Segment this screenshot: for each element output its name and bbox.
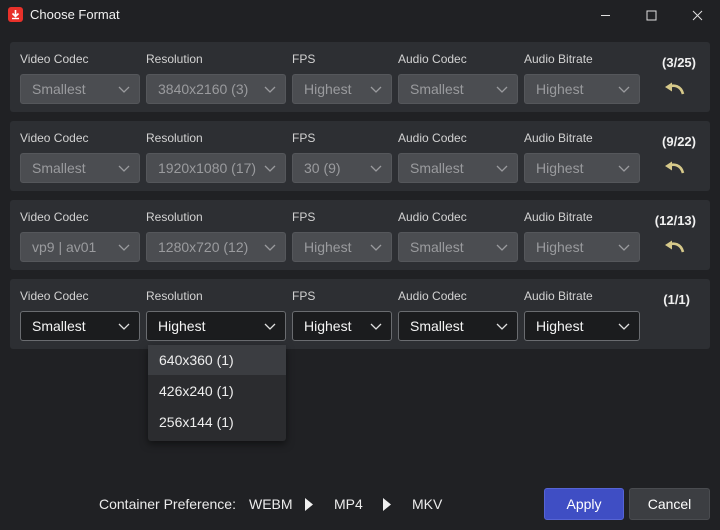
audio-codec-select[interactable]: Smallest <box>398 153 518 183</box>
fps-label: FPS <box>292 52 316 66</box>
container-option-mp4[interactable]: MP4 <box>334 496 363 512</box>
chevron-down-icon <box>118 86 130 93</box>
apply-button[interactable]: Apply <box>544 488 624 520</box>
close-icon <box>692 10 702 20</box>
video-codec-select[interactable]: Smallest <box>20 74 140 104</box>
chevron-down-icon <box>496 165 508 172</box>
audio-bitrate-label: Audio Bitrate <box>524 52 593 66</box>
resolution-label: Resolution <box>146 131 203 145</box>
resolution-select[interactable]: 1920x1080 (17) <box>146 153 286 183</box>
chevron-down-icon <box>496 244 508 251</box>
container-option-mkv[interactable]: MKV <box>412 496 442 512</box>
window-title: Choose Format <box>30 7 120 22</box>
chevron-down-icon <box>118 244 130 251</box>
dropdown-option[interactable]: 640x360 (1) <box>148 345 286 375</box>
format-row-1: Video Codec Smallest Resolution 3840x216… <box>10 42 710 112</box>
resolution-label: Resolution <box>146 289 203 303</box>
chevron-down-icon <box>264 86 276 93</box>
chevron-down-icon <box>618 165 630 172</box>
fps-select[interactable]: Highest <box>292 74 392 104</box>
container-preference-label: Container Preference: <box>99 496 236 512</box>
video-codec-label: Video Codec <box>20 210 89 224</box>
match-count: (3/25) <box>662 55 696 70</box>
audio-codec-select[interactable]: Smallest <box>398 232 518 262</box>
dropdown-option[interactable]: 256x144 (1) <box>148 407 286 437</box>
video-codec-label: Video Codec <box>20 289 89 303</box>
dropdown-option[interactable]: 426x240 (1) <box>148 376 286 406</box>
audio-bitrate-label: Audio Bitrate <box>524 289 593 303</box>
chevron-down-icon <box>496 323 508 330</box>
chevron-down-icon <box>618 86 630 93</box>
fps-select[interactable]: Highest <box>292 232 392 262</box>
match-count: (1/1) <box>663 292 690 307</box>
audio-bitrate-select[interactable]: Highest <box>524 232 640 262</box>
chevron-down-icon <box>618 244 630 251</box>
chevron-down-icon <box>264 165 276 172</box>
match-count: (9/22) <box>662 134 696 149</box>
format-row-3: Video Codec vp9 | av01 Resolution 1280x7… <box>10 200 710 270</box>
undo-icon[interactable] <box>664 82 686 98</box>
chevron-down-icon <box>264 244 276 251</box>
format-row-2: Video Codec Smallest Resolution 1920x108… <box>10 121 710 191</box>
undo-icon[interactable] <box>664 240 686 256</box>
fps-label: FPS <box>292 210 316 224</box>
match-count: (12/13) <box>654 213 696 228</box>
video-codec-label: Video Codec <box>20 131 89 145</box>
audio-bitrate-label: Audio Bitrate <box>524 210 593 224</box>
video-codec-label: Video Codec <box>20 52 89 66</box>
maximize-button[interactable] <box>628 0 674 30</box>
fps-select[interactable]: 30 (9) <box>292 153 392 183</box>
fps-select[interactable]: Highest <box>292 311 392 341</box>
chevron-down-icon <box>118 165 130 172</box>
undo-icon[interactable] <box>664 161 686 177</box>
resolution-select[interactable]: 1280x720 (12) <box>146 232 286 262</box>
download-icon <box>8 7 23 22</box>
container-option-webm[interactable]: WEBM <box>249 496 293 512</box>
fps-label: FPS <box>292 131 316 145</box>
video-codec-select[interactable]: Smallest <box>20 311 140 341</box>
audio-codec-label: Audio Codec <box>398 52 467 66</box>
arrow-right-icon <box>383 498 391 511</box>
format-row-4: Video Codec Smallest Resolution Highest … <box>10 279 710 349</box>
chevron-down-icon <box>618 323 630 330</box>
video-codec-select[interactable]: Smallest <box>20 153 140 183</box>
audio-bitrate-select[interactable]: Highest <box>524 74 640 104</box>
close-button[interactable] <box>674 0 720 30</box>
audio-codec-label: Audio Codec <box>398 131 467 145</box>
audio-bitrate-select[interactable]: Highest <box>524 311 640 341</box>
title-bar: Choose Format <box>0 0 720 30</box>
audio-codec-label: Audio Codec <box>398 210 467 224</box>
resolution-dropdown-list: 640x360 (1) 426x240 (1) 256x144 (1) <box>148 345 286 441</box>
resolution-label: Resolution <box>146 52 203 66</box>
cancel-button[interactable]: Cancel <box>629 488 710 520</box>
chevron-down-icon <box>118 323 130 330</box>
maximize-icon <box>646 10 656 20</box>
resolution-select[interactable]: 3840x2160 (3) <box>146 74 286 104</box>
chevron-down-icon <box>370 86 382 93</box>
audio-bitrate-select[interactable]: Highest <box>524 153 640 183</box>
arrow-right-icon <box>305 498 313 511</box>
audio-codec-label: Audio Codec <box>398 289 467 303</box>
resolution-label: Resolution <box>146 210 203 224</box>
audio-bitrate-label: Audio Bitrate <box>524 131 593 145</box>
chevron-down-icon <box>370 165 382 172</box>
minimize-button[interactable] <box>582 0 628 30</box>
chevron-down-icon <box>496 86 508 93</box>
chevron-down-icon <box>370 323 382 330</box>
minimize-icon <box>600 14 610 16</box>
audio-codec-select[interactable]: Smallest <box>398 311 518 341</box>
resolution-select[interactable]: Highest <box>146 311 286 341</box>
chevron-down-icon <box>264 323 276 330</box>
audio-codec-select[interactable]: Smallest <box>398 74 518 104</box>
chevron-down-icon <box>370 244 382 251</box>
video-codec-select[interactable]: vp9 | av01 <box>20 232 140 262</box>
fps-label: FPS <box>292 289 316 303</box>
